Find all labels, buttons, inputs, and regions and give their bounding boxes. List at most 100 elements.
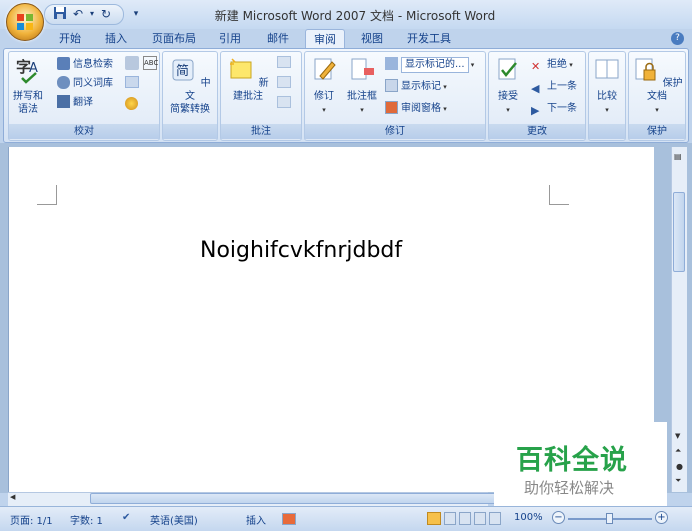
status-bar: 页面: 1/1 字数: 1 ✔ 英语(美国) 插入 100% − + <box>0 506 692 531</box>
track-changes-button[interactable]: 修订 ▾ <box>309 56 339 117</box>
tab-home[interactable]: 开始 <box>52 29 88 49</box>
insert-mode[interactable]: 插入 <box>246 512 266 527</box>
language-icon[interactable] <box>125 76 139 88</box>
thesaurus-button[interactable]: 同义词库 <box>57 75 113 92</box>
office-button[interactable] <box>6 3 44 41</box>
research-button[interactable]: 信息检索 <box>57 56 113 73</box>
zoom-level[interactable]: 100% <box>514 512 543 523</box>
show-markup-button[interactable]: 显示标记 ▾ <box>385 78 447 95</box>
tab-review[interactable]: 审阅 <box>305 29 345 50</box>
set-language-icon[interactable] <box>125 97 138 110</box>
group-label: 批注 <box>221 124 301 139</box>
protect-document-button[interactable]: 保护文档 ▾ <box>631 56 683 117</box>
browse-object-icon[interactable]: ● <box>676 462 683 471</box>
save-icon[interactable] <box>52 6 68 22</box>
zoom-in-icon[interactable]: + <box>655 511 668 524</box>
word-count[interactable]: 字数: 1 <box>70 512 103 527</box>
spelling-grammar-button[interactable]: 字A 拼写和 语法 <box>13 56 43 116</box>
next-page-icon[interactable]: ⏷ <box>675 476 681 486</box>
accept-icon <box>498 58 517 80</box>
draft-icon[interactable] <box>489 512 501 525</box>
group-label: 修订 <box>305 124 485 139</box>
previous-change-button[interactable]: ◀ 上一条 <box>531 78 577 95</box>
language-status[interactable]: 英语(美国) <box>150 512 198 527</box>
group-tracking: 修订 ▾ 批注框 ▾ 显示标记的... ▾ 显示标记 ▾ 审阅窗格 ▾ 修订 <box>304 51 486 141</box>
watermark-subtitle: 助你轻松解决 <box>524 479 615 497</box>
tab-view[interactable]: 视图 <box>354 29 390 49</box>
group-label: 校对 <box>9 124 159 139</box>
reject-icon: ✕ <box>531 60 541 73</box>
group-chinese-conversion: 简 中文 简繁转换 <box>162 51 218 141</box>
compare-icon <box>595 59 619 79</box>
zoom-out-icon[interactable]: − <box>552 511 565 524</box>
group-label: 保护 <box>629 124 685 139</box>
redo-icon[interactable]: ↻ <box>98 6 114 22</box>
display-for-review-dropdown[interactable]: 显示标记的... ▾ <box>385 56 474 73</box>
document-text[interactable]: Noighifcvkfnrjdbdf <box>200 238 402 263</box>
tab-mailings[interactable]: 邮件 <box>260 29 296 49</box>
translate-icon <box>57 95 70 108</box>
balloons-label: 批注框 <box>347 91 377 102</box>
display-review-value: 显示标记的... <box>401 57 469 73</box>
balloons-button[interactable]: 批注框 ▾ <box>343 56 381 117</box>
tab-page-layout[interactable]: 页面布局 <box>148 29 200 49</box>
previous-comment-icon[interactable] <box>277 76 291 88</box>
word-count-icon[interactable]: ABC <box>143 56 158 70</box>
next-comment-icon[interactable] <box>277 96 291 108</box>
group-label: 更改 <box>489 124 585 139</box>
zoom-slider-thumb[interactable] <box>606 513 613 524</box>
delete-comment-icon[interactable] <box>277 56 291 68</box>
spelling-icon: 字A <box>16 58 38 84</box>
previous-label: 上一条 <box>547 81 577 92</box>
watermark-title: 百科全说 <box>516 445 628 476</box>
customize-qat-icon[interactable]: ▾ <box>128 6 144 22</box>
tab-developer[interactable]: 开发工具 <box>402 29 456 49</box>
thesaurus-icon <box>57 76 70 89</box>
compare-button[interactable]: 比较 ▾ <box>592 56 622 117</box>
previous-page-icon[interactable]: ⏶ <box>675 446 681 456</box>
macro-record-icon[interactable] <box>282 513 296 525</box>
scroll-left-icon[interactable]: ◀ <box>10 493 15 501</box>
lock-icon <box>635 58 656 81</box>
accept-button[interactable]: 接受 ▾ <box>493 56 523 117</box>
page-count[interactable]: 页面: 1/1 <box>10 512 53 527</box>
group-comments: 新建批注 批注 <box>220 51 302 141</box>
reviewing-pane-label: 审阅窗格 <box>401 103 441 114</box>
thesaurus-label: 同义词库 <box>73 78 113 89</box>
tab-insert[interactable]: 插入 <box>98 29 134 49</box>
svg-text:简: 简 <box>176 63 189 79</box>
track-changes-icon <box>314 58 336 80</box>
group-changes: 接受 ▾ ✕ 拒绝 ▾ ◀ 上一条 ▶ 下一条 更改 <box>488 51 586 141</box>
ruler-toggle-icon[interactable]: ▤ <box>674 152 684 162</box>
display-review-icon <box>385 57 398 70</box>
help-icon[interactable]: ? <box>671 32 684 45</box>
balloons-icon <box>351 58 374 80</box>
web-layout-icon[interactable] <box>459 512 471 525</box>
show-markup-icon <box>385 79 398 92</box>
research-icon <box>57 57 70 70</box>
reviewing-pane-button[interactable]: 审阅窗格 ▾ <box>385 100 447 117</box>
new-comment-button[interactable]: 新建批注 <box>223 56 273 103</box>
translate-button[interactable]: 翻译 <box>57 94 93 111</box>
scroll-down-icon[interactable]: ▼ <box>675 432 680 440</box>
next-icon: ▶ <box>531 104 540 117</box>
horizontal-scroll-thumb[interactable] <box>90 493 510 504</box>
vertical-scroll-thumb[interactable] <box>673 192 685 272</box>
tab-references[interactable]: 引用 <box>212 29 248 49</box>
group-protect: 保护文档 ▾ 保护 <box>628 51 686 141</box>
outline-icon[interactable] <box>474 512 486 525</box>
ribbon-tabs: 开始 插入 页面布局 引用 邮件 审阅 视图 开发工具 <box>0 29 692 50</box>
reject-button[interactable]: ✕ 拒绝 ▾ <box>531 56 573 73</box>
proofing-status-icon[interactable]: ✔ <box>122 512 130 523</box>
chinese-conversion-button[interactable]: 简 中文 简繁转换 <box>165 56 215 116</box>
window-title: 新建 Microsoft Word 2007 文档 - Microsoft Wo… <box>214 9 496 23</box>
conversion-icon: 简 <box>172 59 194 81</box>
print-layout-icon[interactable] <box>427 512 441 525</box>
margin-corner <box>37 185 57 205</box>
compare-label: 比较 <box>597 91 617 102</box>
next-change-button[interactable]: ▶ 下一条 <box>531 100 577 117</box>
translate-label: 翻译 <box>73 97 93 108</box>
reject-label: 拒绝 <box>547 59 567 70</box>
full-screen-reading-icon[interactable] <box>444 512 456 525</box>
translation-tip-icon[interactable] <box>125 56 139 70</box>
